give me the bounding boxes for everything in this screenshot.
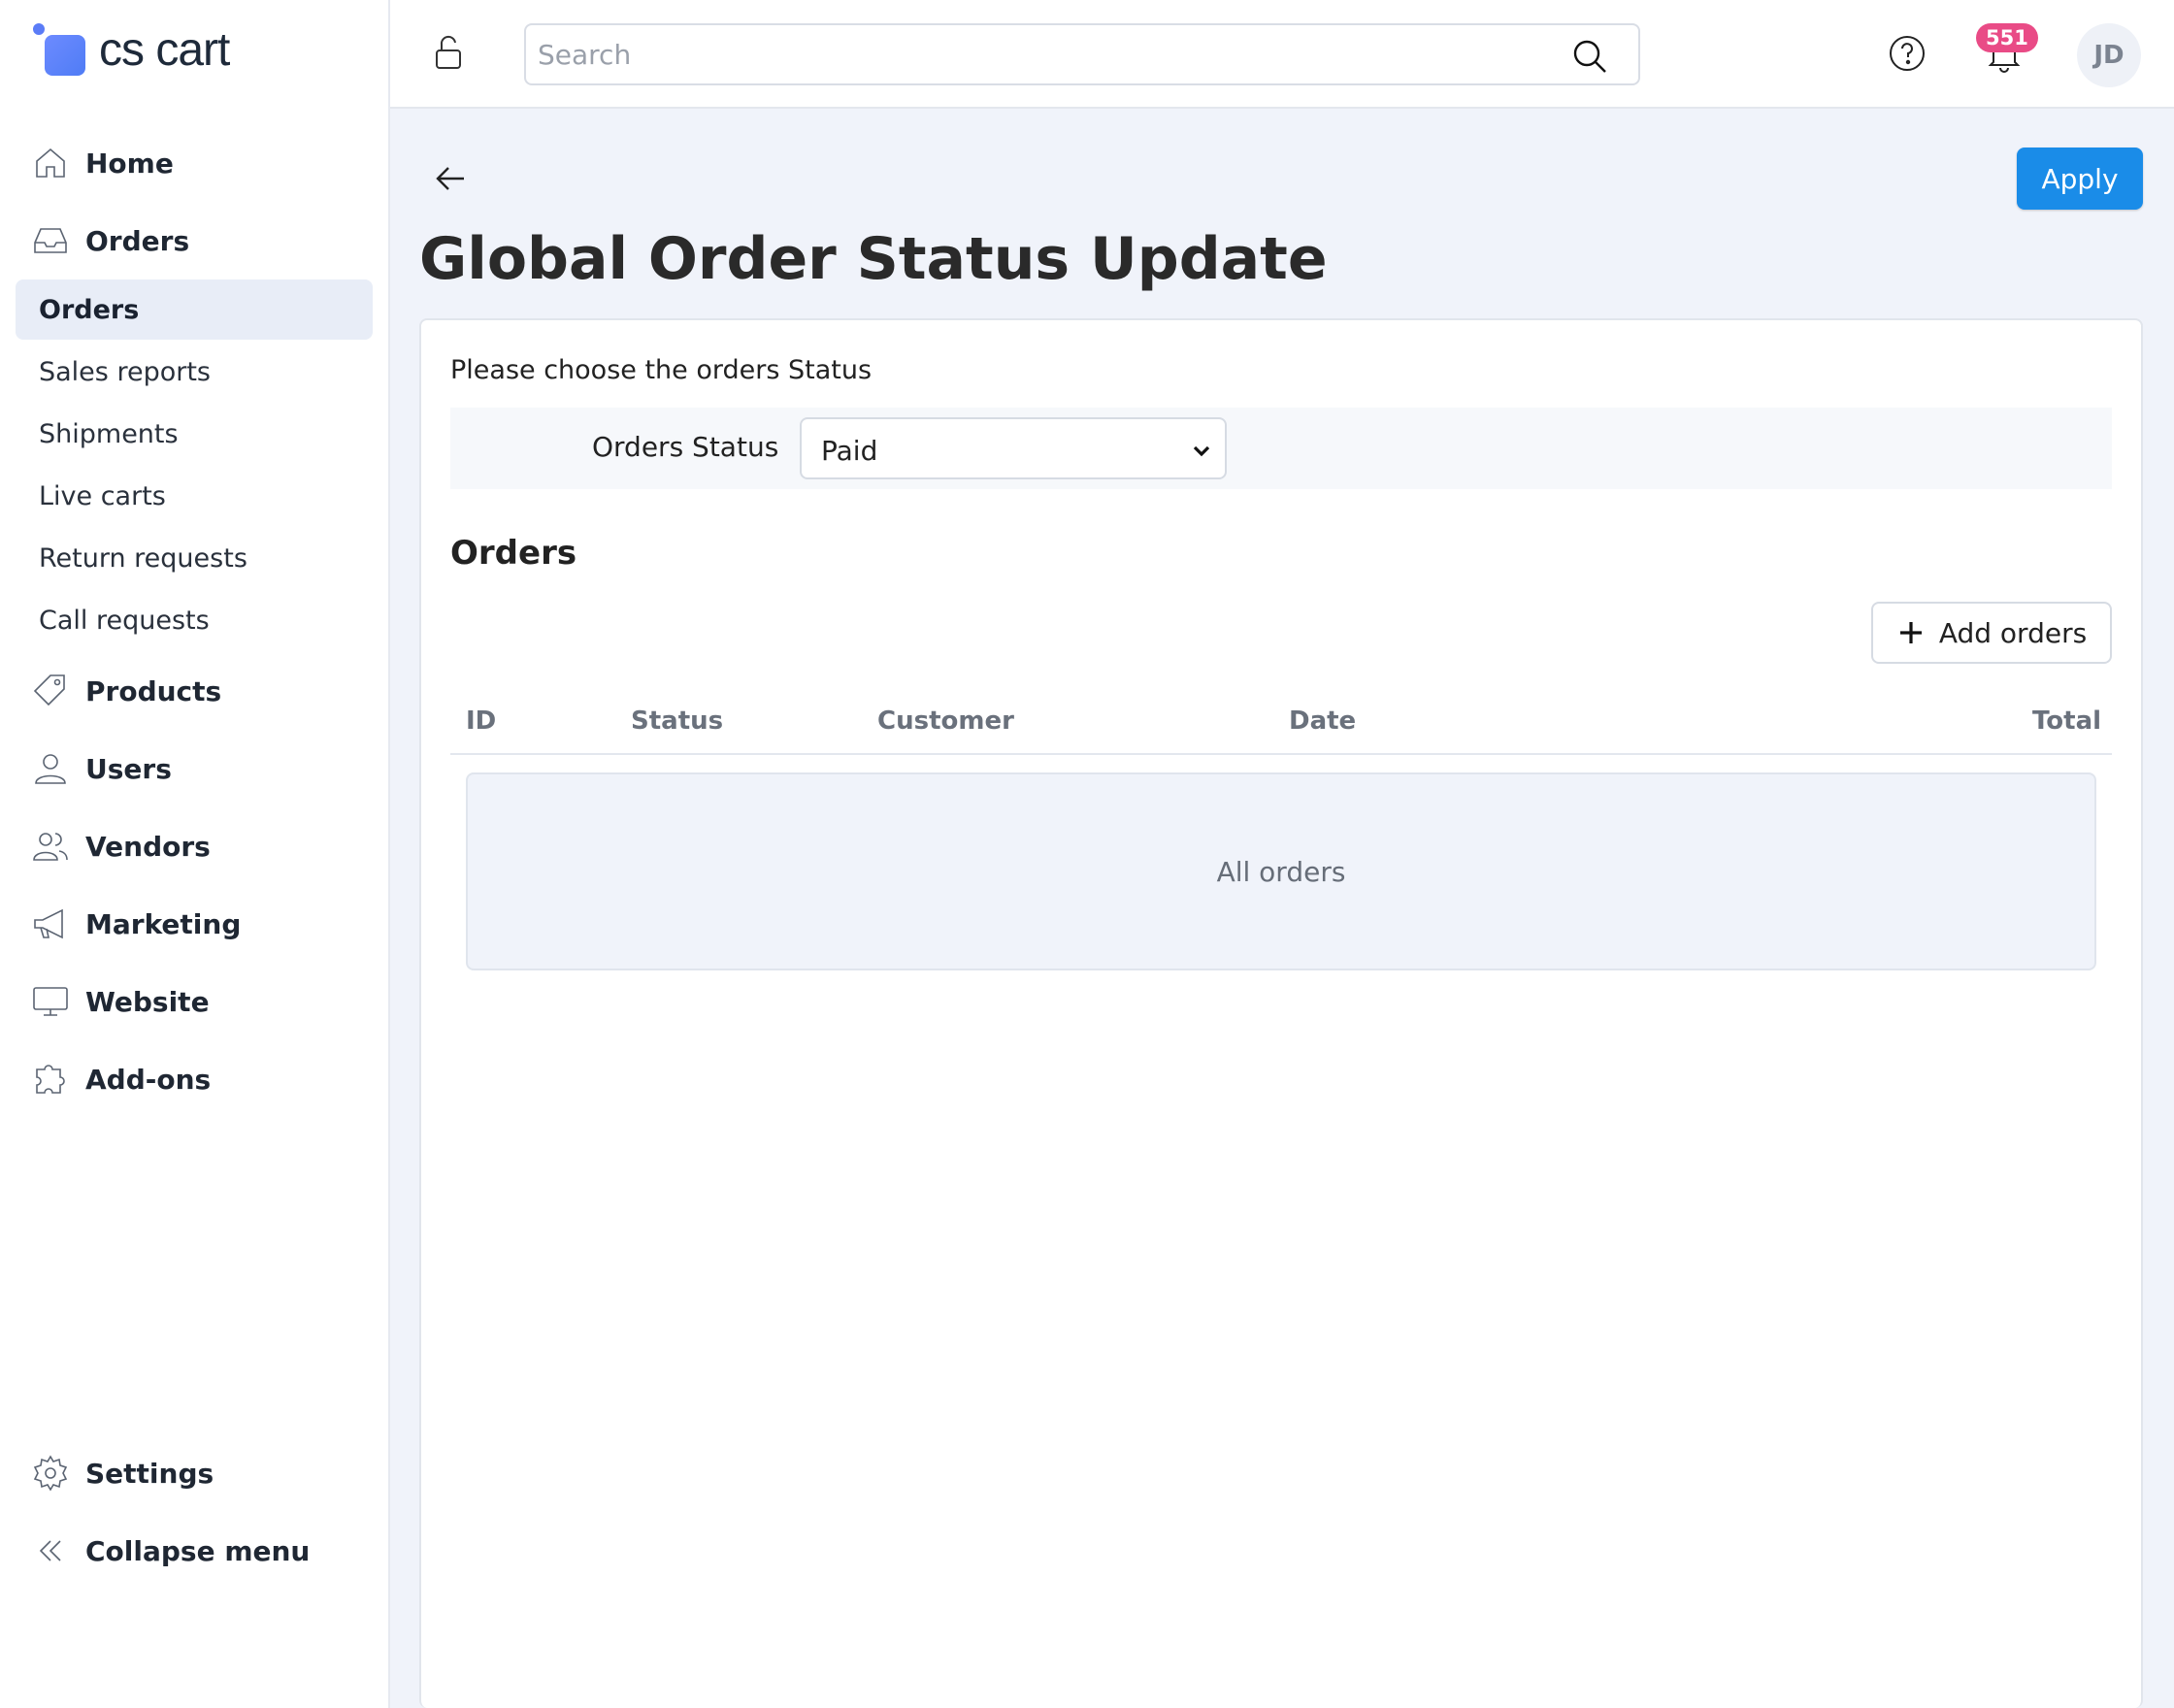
monitor-icon [33,987,68,1016]
subnav-return-requests[interactable]: Return requests [16,528,373,588]
nav-label: Add-ons [85,1063,212,1096]
nav-marketing[interactable]: Marketing [31,895,241,953]
gear-icon [33,1455,68,1492]
orders-table-header: ID Status Customer Date Total [450,699,2112,755]
nav-users[interactable]: Users [31,739,172,798]
orders-status-row: Orders Status Paid [450,408,2112,489]
page-title: Global Order Status Update [419,225,1328,293]
column-total[interactable]: Total [2032,706,2101,736]
logo-mark-icon [31,21,87,78]
orders-empty-state: All orders [466,772,2096,970]
search-box [524,23,1640,85]
nav-orders[interactable]: Orders [31,212,189,270]
nav-label: Products [85,674,222,707]
orders-status-value: Paid [821,435,878,467]
home-icon [36,148,65,178]
nav-add-ons[interactable]: Add-ons [31,1050,211,1108]
logo-text: cs cart [99,23,230,76]
orders-status-select[interactable]: Paid [800,417,1227,479]
lock-icon[interactable] [429,33,468,72]
avatar[interactable]: JD [2077,23,2141,87]
logo[interactable]: cs cart [31,21,230,78]
topbar: 551 JD [390,0,2174,109]
nav-products[interactable]: Products [31,662,221,720]
search-icon[interactable] [1570,37,1609,76]
subnav-orders[interactable]: Orders [16,279,373,340]
subnav-shipments[interactable]: Shipments [16,404,373,464]
status-update-card: Please choose the orders Status Orders S… [419,318,2143,1708]
nav-label: Settings [85,1457,214,1490]
double-chevron-left-icon [39,1540,61,1561]
nav-label: Vendors [85,830,211,863]
subnav-call-requests[interactable]: Call requests [16,590,373,650]
nav-label: Marketing [85,907,242,940]
column-id[interactable]: ID [466,706,496,736]
column-customer[interactable]: Customer [877,706,1014,736]
sidebar: cs cart Home Orders Orders Sales reports… [0,0,390,1708]
plus-icon [1896,618,1926,647]
inbox-icon [34,228,67,253]
notification-badge: 551 [1976,23,2038,52]
help-icon[interactable] [1887,33,1927,74]
nav-label: Users [85,752,172,785]
apply-button[interactable]: Apply [2017,148,2143,210]
nav-collapse-menu[interactable]: Collapse menu [31,1522,310,1580]
users-icon [33,833,68,861]
nav-website[interactable]: Website [31,972,210,1031]
nav-settings[interactable]: Settings [31,1444,214,1502]
chevron-down-icon [1190,439,1213,462]
tag-icon [33,674,65,706]
add-orders-button[interactable]: Add orders [1871,602,2112,664]
subnav-live-carts[interactable]: Live carts [16,466,373,526]
user-icon [35,754,66,784]
nav-label: Orders [85,224,190,257]
nav-label: Collapse menu [85,1534,311,1567]
nav-home[interactable]: Home [31,134,174,192]
orders-status-label: Orders Status [592,431,779,463]
orders-section-heading: Orders [450,534,577,573]
nav-label: Home [85,147,174,180]
instruction-text: Please choose the orders Status [450,355,873,385]
puzzle-icon [36,1065,65,1094]
back-arrow-icon[interactable] [431,159,470,198]
nav-label: Website [85,985,210,1018]
subnav-sales-reports[interactable]: Sales reports [16,342,373,402]
nav-vendors[interactable]: Vendors [31,817,211,875]
search-input[interactable] [538,33,1557,76]
add-orders-label: Add orders [1938,616,2088,649]
column-status[interactable]: Status [631,706,723,736]
megaphone-icon [34,908,63,939]
column-date[interactable]: Date [1289,706,1356,736]
